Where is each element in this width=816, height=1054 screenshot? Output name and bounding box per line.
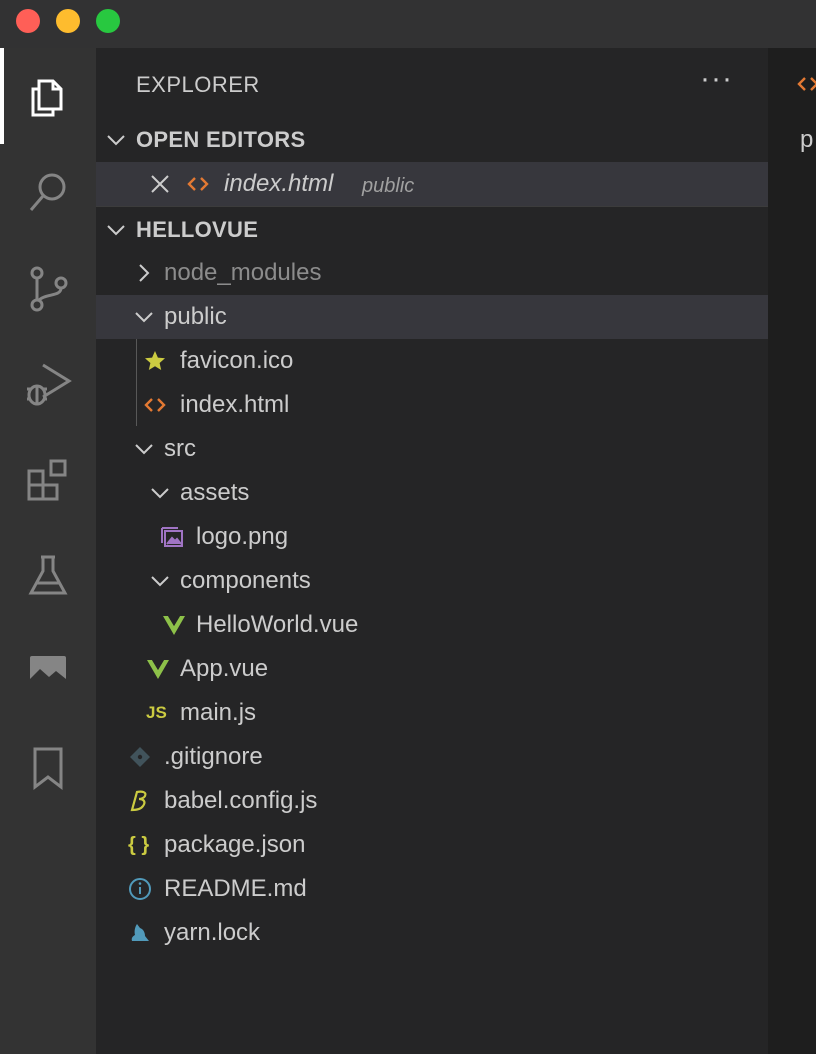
tree-item-label: main.js bbox=[180, 699, 257, 726]
tree-item-node-modules[interactable]: node_modules bbox=[96, 251, 768, 295]
image-file-icon bbox=[161, 527, 183, 547]
tree-item-label: .gitignore bbox=[164, 743, 263, 770]
open-editors-label: OPEN EDITORS bbox=[136, 127, 306, 152]
activity-testing[interactable] bbox=[0, 528, 96, 624]
sidebar-title: EXPLORER bbox=[136, 72, 260, 97]
tree-item-src[interactable]: src bbox=[96, 427, 768, 471]
tree-item-components[interactable]: components bbox=[96, 559, 768, 603]
tree-item-label: yarn.lock bbox=[164, 919, 261, 946]
close-icon[interactable] bbox=[148, 172, 172, 196]
html-icon bbox=[144, 398, 166, 412]
search-icon bbox=[29, 173, 66, 211]
tree-item-label: App.vue bbox=[180, 655, 269, 682]
tree-item-yarn-lock[interactable]: yarn.lock bbox=[96, 911, 768, 955]
more-actions-button[interactable]: ··· bbox=[700, 64, 733, 94]
activity-search[interactable] bbox=[0, 144, 96, 240]
chevron-down-icon bbox=[135, 444, 153, 455]
tree-item-gitignore[interactable]: .gitignore bbox=[96, 735, 768, 779]
vue-icon bbox=[163, 616, 185, 635]
activity-image-preview[interactable] bbox=[0, 624, 96, 720]
bookmark-icon bbox=[33, 747, 63, 791]
tree-item-assets[interactable]: assets bbox=[96, 471, 768, 515]
babel-icon bbox=[130, 790, 147, 812]
chevron-down-icon bbox=[151, 576, 169, 587]
html-icon bbox=[187, 177, 209, 191]
tree-item-public[interactable]: public bbox=[96, 295, 768, 339]
extensions-icon bbox=[27, 459, 67, 501]
chevron-down-icon bbox=[135, 312, 153, 323]
activity-extensions[interactable] bbox=[0, 432, 96, 528]
tree-item-label: logo.png bbox=[196, 523, 289, 550]
tree-item-main-js[interactable]: JS main.js bbox=[96, 691, 768, 735]
title-bar bbox=[0, 0, 816, 48]
image-preview-icon bbox=[30, 656, 66, 688]
activity-source-control[interactable] bbox=[0, 240, 96, 336]
tree-item-label: index.html bbox=[180, 391, 290, 418]
section-divider bbox=[96, 206, 768, 207]
yarn-icon bbox=[131, 924, 149, 941]
run-debug-icon bbox=[27, 363, 72, 406]
project-name: HELLOVUE bbox=[136, 217, 259, 242]
breadcrumb[interactable]: p bbox=[800, 126, 813, 154]
open-editor-folder: public bbox=[362, 175, 415, 197]
activity-bookmarks[interactable] bbox=[0, 720, 96, 816]
tree-item-label: favicon.ico bbox=[180, 347, 294, 374]
tree-item-app-vue[interactable]: App.vue bbox=[96, 647, 768, 691]
project-header[interactable]: HELLOVUE bbox=[96, 208, 768, 252]
js-icon: JS bbox=[146, 703, 167, 722]
explorer-sidebar: EXPLORER ··· OPEN EDITORS index.html pub… bbox=[96, 48, 768, 1054]
open-editor-filename: index.html bbox=[224, 170, 334, 197]
tree-item-label: components bbox=[180, 567, 311, 594]
open-editors-header[interactable]: OPEN EDITORS bbox=[96, 118, 768, 162]
zoom-window-button[interactable] bbox=[96, 9, 120, 33]
tree-item-babel-config[interactable]: babel.config.js bbox=[96, 779, 768, 823]
star-icon bbox=[145, 351, 165, 370]
tree-item-helloworld-vue[interactable]: HelloWorld.vue bbox=[96, 603, 768, 647]
tree-item-label: HelloWorld.vue bbox=[196, 611, 359, 638]
html-icon[interactable] bbox=[796, 72, 816, 96]
activity-bar bbox=[0, 48, 96, 1054]
vue-icon bbox=[147, 660, 169, 679]
info-icon bbox=[129, 878, 151, 900]
tree-item-logo-png[interactable]: logo.png bbox=[96, 515, 768, 559]
tree-item-label: src bbox=[164, 435, 196, 462]
chevron-down-icon bbox=[107, 135, 125, 146]
close-window-button[interactable] bbox=[16, 9, 40, 33]
activity-explorer[interactable] bbox=[0, 48, 96, 144]
tree-item-label: README.md bbox=[164, 875, 307, 902]
tree-item-label: babel.config.js bbox=[164, 787, 318, 814]
testing-icon bbox=[28, 555, 68, 595]
chevron-down-icon bbox=[107, 225, 125, 236]
json-icon: { } bbox=[128, 834, 150, 856]
tree-item-favicon[interactable]: favicon.ico bbox=[96, 339, 768, 383]
chevron-down-icon bbox=[151, 488, 169, 499]
tree-item-index-html[interactable]: index.html bbox=[96, 383, 768, 427]
tree-item-label: public bbox=[164, 303, 227, 330]
files-icon bbox=[31, 79, 63, 117]
chevron-right-icon bbox=[139, 264, 150, 282]
tree-item-label: node_modules bbox=[164, 259, 322, 286]
activity-run-debug[interactable] bbox=[0, 336, 96, 432]
tree-item-label: package.json bbox=[164, 831, 306, 858]
source-control-icon bbox=[30, 266, 68, 312]
editor-area[interactable]: p bbox=[768, 48, 816, 1054]
tree-item-label: assets bbox=[180, 479, 250, 506]
minimize-window-button[interactable] bbox=[56, 9, 80, 33]
git-icon bbox=[130, 747, 150, 767]
tree-item-readme[interactable]: README.md bbox=[96, 867, 768, 911]
tree-item-package-json[interactable]: { } package.json bbox=[96, 823, 768, 867]
open-editor-item[interactable]: index.html public bbox=[96, 162, 768, 206]
